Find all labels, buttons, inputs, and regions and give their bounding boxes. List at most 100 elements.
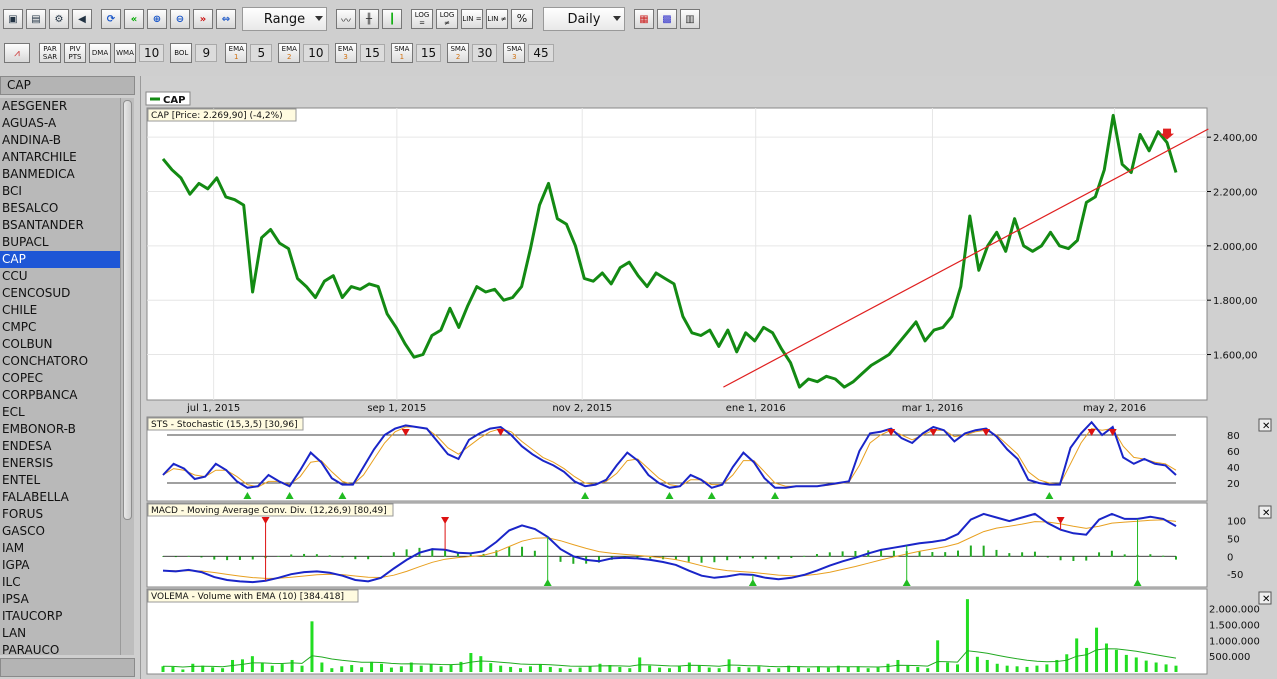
ticker-item-lan[interactable]: LAN <box>0 625 120 642</box>
ticker-item-cencosud[interactable]: CENCOSUD <box>0 285 120 302</box>
range-select[interactable]: Range <box>242 7 327 31</box>
ticker-item-embonor-b[interactable]: EMBONOR-B <box>0 421 120 438</box>
ticker-item-aguas-a[interactable]: AGUAS-A <box>0 115 120 132</box>
ticker-item-banmedica[interactable]: BANMEDICA <box>0 166 120 183</box>
ticker-item-chile[interactable]: CHILE <box>0 302 120 319</box>
macd-histogram-bar <box>1085 556 1088 561</box>
ticker-item-falabella[interactable]: FALABELLA <box>0 489 120 506</box>
ticker-item-iam[interactable]: IAM <box>0 540 120 557</box>
ticker-item-bsantander[interactable]: BSANTANDER <box>0 217 120 234</box>
period-select[interactable]: Daily <box>543 7 625 31</box>
macd-histogram-bar <box>303 553 306 557</box>
chart-canvas[interactable]: CAP CAP [Price: 2.269,90] (-4,2%) 2.400,… <box>141 76 1277 679</box>
volume-bar <box>677 666 681 672</box>
price-title: CAP [Price: 2.269,90] (-4,2%) <box>151 111 283 121</box>
volume-bar <box>1134 657 1138 672</box>
color-palette-icon[interactable]: ▩ <box>657 9 677 29</box>
ticker-item-ipsa[interactable]: IPSA <box>0 591 120 608</box>
line-chart-icon[interactable]: 〰 <box>336 9 356 29</box>
zoom-out-icon[interactable]: ⊖ <box>170 9 190 29</box>
macd-tick-label: 50 <box>1227 534 1240 545</box>
stoch-close-button[interactable]: ✕ <box>1258 418 1272 432</box>
zoom-in-icon[interactable]: ⊕ <box>147 9 167 29</box>
parsar-button[interactable]: PAR SAR <box>39 43 61 63</box>
volume-bar <box>509 666 513 672</box>
settings-icon[interactable]: ⚙ <box>49 9 69 29</box>
ticker-item-cmpc[interactable]: CMPC <box>0 319 120 336</box>
ema2-button[interactable]: EMA 2 <box>278 43 301 63</box>
volume-bar <box>975 656 979 672</box>
ticker-item-corpbanca[interactable]: CORPBANCA <box>0 387 120 404</box>
sma1-value[interactable]: 15 <box>415 44 442 62</box>
volume-y-axis: 2.000.000 1.500.000 1.000.000 500.000 <box>1209 605 1260 664</box>
ticker-item-entel[interactable]: ENTEL <box>0 472 120 489</box>
save-icon[interactable]: ▣ <box>3 9 23 29</box>
fit-icon[interactable]: ⇔ <box>216 9 236 29</box>
chevron-down-icon <box>613 16 621 21</box>
macd-histogram-bar <box>828 552 831 557</box>
pivpts-button[interactable]: PIV PTS <box>64 43 86 63</box>
ticker-item-cap[interactable]: CAP <box>0 251 120 268</box>
sma2-value[interactable]: 30 <box>472 44 498 62</box>
wma-button[interactable]: WMA <box>114 43 136 63</box>
ticker-item-conchatoro[interactable]: CONCHATORO <box>0 353 120 370</box>
log-equal-button[interactable]: LOG = <box>411 9 433 29</box>
ticker-item-ccu[interactable]: CCU <box>0 268 120 285</box>
wma-value[interactable]: 10 <box>139 44 165 62</box>
sma3-value[interactable]: 45 <box>528 44 554 62</box>
ticker-item-gasco[interactable]: GASCO <box>0 523 120 540</box>
lin-equal-button[interactable]: LIN = <box>461 9 483 29</box>
ema1-value[interactable]: 5 <box>250 44 273 62</box>
rewind-icon[interactable]: « <box>124 9 144 29</box>
ema3-sub: 3 <box>343 53 348 61</box>
ticker-item-enersis[interactable]: ENERSIS <box>0 455 120 472</box>
ema3-value[interactable]: 15 <box>359 44 385 62</box>
sound-icon[interactable]: ◀ <box>72 9 92 29</box>
ticker-item-bci[interactable]: BCI <box>0 183 120 200</box>
ticker-item-ecl[interactable]: ECL <box>0 404 120 421</box>
chart-settings-icon[interactable]: ▦ <box>634 9 654 29</box>
sma2-button[interactable]: SMA 2 <box>447 43 470 63</box>
ticker-item-copec[interactable]: COPEC <box>0 370 120 387</box>
bol-button[interactable]: BOL <box>170 43 193 63</box>
ticker-item-parauco[interactable]: PARAUCO <box>0 642 120 655</box>
candlestick-icon[interactable]: ┃ <box>382 9 402 29</box>
macd-histogram-bar <box>226 556 229 561</box>
ticker-item-itaucorp[interactable]: ITAUCORP <box>0 608 120 625</box>
print-icon[interactable]: ▤ <box>26 9 46 29</box>
ticker-scrollbar[interactable] <box>120 98 134 655</box>
sma1-button[interactable]: SMA 1 <box>390 43 413 63</box>
forward-icon[interactable]: » <box>193 9 213 29</box>
macd-close-button[interactable]: ✕ <box>1258 505 1272 519</box>
scrollbar-thumb[interactable] <box>123 100 132 520</box>
ticker-item-igpa[interactable]: IGPA <box>0 557 120 574</box>
lin-notequal-button[interactable]: LIN ≠ <box>486 9 508 29</box>
ticker-item-antarchile[interactable]: ANTARCHILE <box>0 149 120 166</box>
ticker-item-besalco[interactable]: BESALCO <box>0 200 120 217</box>
volume-close-button[interactable]: ✕ <box>1258 591 1272 605</box>
refresh-icon[interactable]: ⟳ <box>101 9 121 29</box>
ticker-item-andina-b[interactable]: ANDINA-B <box>0 132 120 149</box>
bol-value[interactable]: 9 <box>195 44 218 62</box>
indicator-chart-icon[interactable]: ⩘ <box>4 43 30 63</box>
ema1-button[interactable]: EMA 1 <box>225 43 248 63</box>
macd-histogram-bar <box>1008 553 1011 557</box>
volume-bar <box>618 666 622 672</box>
ticker-item-forus[interactable]: FORUS <box>0 506 120 523</box>
log-notequal-button[interactable]: LOG ≠ <box>436 9 458 29</box>
macd-histogram-bar <box>290 554 293 557</box>
dma-button[interactable]: DMA <box>89 43 111 63</box>
ema3-button[interactable]: EMA 3 <box>334 43 357 63</box>
ticker-item-bupacl[interactable]: BUPACL <box>0 234 120 251</box>
volume-bar <box>489 663 493 672</box>
percent-button[interactable]: % <box>511 9 533 29</box>
ema2-value[interactable]: 10 <box>303 44 329 62</box>
bar-chart-icon[interactable]: ╫ <box>359 9 379 29</box>
ticker-item-colbun[interactable]: COLBUN <box>0 336 120 353</box>
sma3-button[interactable]: SMA 3 <box>503 43 526 63</box>
ticker-item-ilc[interactable]: ILC <box>0 574 120 591</box>
ticker-item-aesgener[interactable]: AESGENER <box>0 98 120 115</box>
report-icon[interactable]: ▥ <box>680 9 700 29</box>
volume-bar <box>1085 647 1089 672</box>
ticker-item-endesa[interactable]: ENDESA <box>0 438 120 455</box>
